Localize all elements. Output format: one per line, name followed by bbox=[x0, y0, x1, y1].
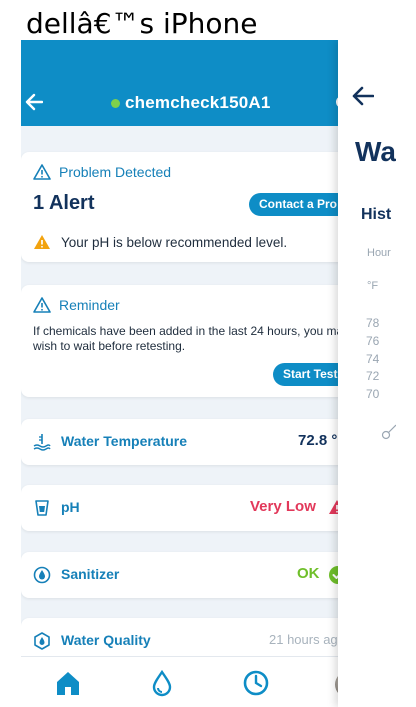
clock-icon[interactable] bbox=[242, 669, 270, 697]
drop-icon[interactable] bbox=[148, 669, 176, 697]
water-temperature-row[interactable]: Water Temperature 72.8 ° bbox=[21, 419, 361, 465]
alert-count: 1 Alert bbox=[33, 192, 95, 214]
sanitizer-label: Sanitizer bbox=[61, 566, 120, 582]
sanitizer-row[interactable]: Sanitizer OK bbox=[21, 552, 361, 598]
sanitizer-icon bbox=[33, 566, 51, 584]
problem-card-title: Problem Detected bbox=[59, 164, 172, 180]
problem-card-head: Problem Detected bbox=[33, 164, 171, 180]
panel-unit: °F bbox=[367, 280, 379, 292]
reminder-warning-icon bbox=[33, 297, 51, 313]
panel-tick: 72 bbox=[366, 369, 380, 383]
panel-tick: 76 bbox=[366, 334, 380, 348]
panel-hour-label: Hour bbox=[367, 247, 391, 259]
panel-tick: 78 bbox=[366, 316, 380, 330]
device-name-wrap: chemcheck150A1 bbox=[111, 90, 271, 116]
thermometer-icon bbox=[33, 434, 51, 451]
back-arrow-icon[interactable] bbox=[25, 93, 43, 111]
water-temperature-value: 72.8 ° bbox=[298, 432, 338, 449]
reminder-card-title: Reminder bbox=[59, 297, 120, 313]
warning-icon bbox=[33, 164, 51, 180]
ph-value: Very Low bbox=[250, 498, 316, 515]
history-panel: Wa Hist Hour °F 78 76 74 72 70 bbox=[338, 40, 396, 707]
problem-card: Problem Detected 1 Alert Contact a Pro Y… bbox=[21, 152, 379, 262]
reminder-text: If chemicals have been added in the last… bbox=[33, 324, 350, 353]
reminder-card: Reminder If chemicals have been added in… bbox=[21, 285, 363, 397]
panel-tick: 70 bbox=[366, 387, 380, 401]
ph-label: pH bbox=[61, 499, 80, 515]
app-screen: chemcheck150A1 Problem Detected 1 Alert … bbox=[21, 40, 396, 707]
alert-line: Your pH is below recommended level. bbox=[33, 234, 287, 250]
status-dot bbox=[111, 98, 120, 108]
device-name: chemcheck150A1 bbox=[125, 93, 271, 112]
link-icon bbox=[381, 424, 396, 440]
panel-title: Wa bbox=[355, 136, 396, 167]
ph-row[interactable]: pH Very Low bbox=[21, 485, 361, 531]
reminder-card-head: Reminder bbox=[33, 297, 120, 313]
sanitizer-value: OK bbox=[297, 565, 320, 582]
panel-tick: 74 bbox=[366, 352, 380, 366]
panel-subtitle: Hist bbox=[361, 206, 392, 223]
alert-message: Your pH is below recommended level. bbox=[61, 234, 288, 250]
device-title: dellâ€™s iPhone bbox=[26, 7, 258, 40]
alert-warning-icon bbox=[34, 235, 50, 249]
water-quality-label: Water Quality bbox=[61, 632, 151, 648]
water-temperature-label: Water Temperature bbox=[61, 433, 188, 449]
home-icon[interactable] bbox=[54, 669, 82, 697]
panel-back-arrow-icon[interactable] bbox=[352, 86, 374, 106]
test-cup-icon bbox=[35, 500, 49, 516]
water-quality-icon bbox=[34, 632, 50, 650]
water-quality-time: 21 hours ago bbox=[269, 632, 345, 647]
